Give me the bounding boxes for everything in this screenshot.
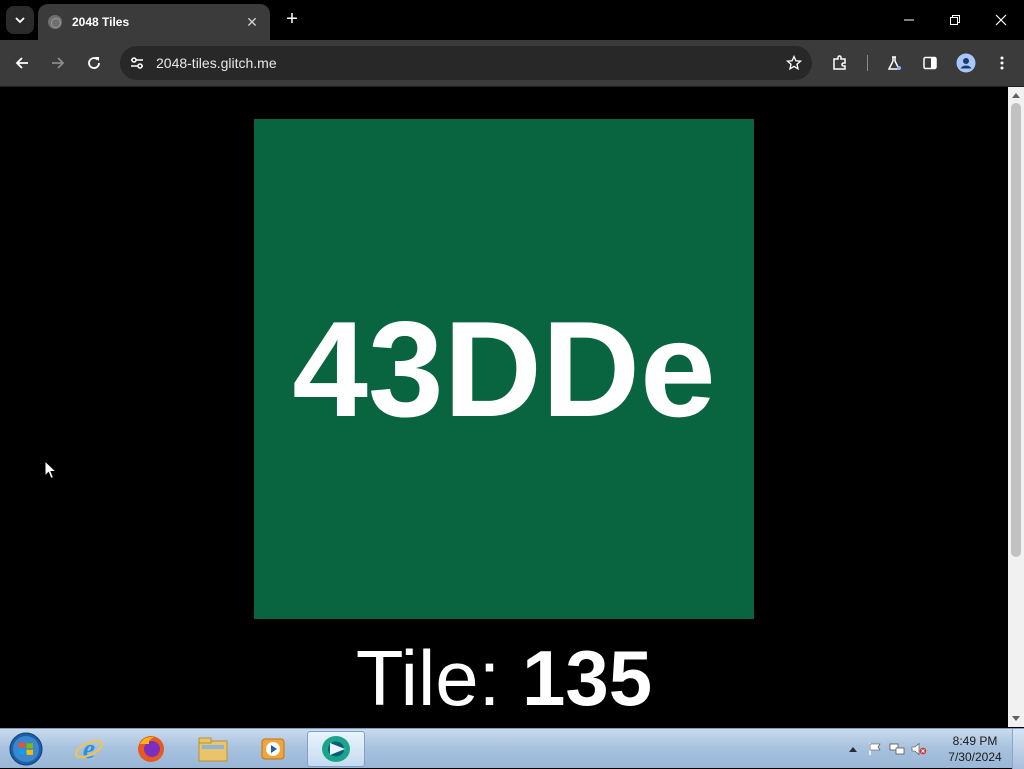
menu-button[interactable]	[988, 49, 1016, 77]
taskbar-file-explorer[interactable]	[184, 731, 242, 767]
tune-icon	[131, 57, 143, 69]
scrollbar-thumb[interactable]	[1011, 103, 1021, 557]
flag-icon	[869, 743, 881, 755]
windows-logo-icon	[9, 732, 43, 766]
media-player-icon	[261, 738, 285, 760]
site-info-button[interactable]	[120, 46, 154, 80]
clock-time: 8:49 PM	[952, 734, 998, 748]
restore-icon	[950, 15, 960, 25]
extensions-button[interactable]	[826, 49, 854, 77]
tile-value: 43DDe	[292, 293, 716, 445]
profile-button[interactable]	[952, 49, 980, 77]
minimize-button[interactable]	[886, 0, 932, 40]
speaker-muted-icon	[911, 742, 927, 756]
scroll-down-icon[interactable]	[1012, 716, 1020, 721]
avatar-icon	[956, 53, 976, 73]
reload-icon	[88, 57, 100, 69]
tile: 43DDe	[254, 119, 754, 619]
new-tab-button[interactable]: +	[280, 8, 304, 32]
address-bar[interactable]: 2048-tiles.glitch.me	[120, 46, 812, 80]
tile-caption-label: Tile:	[355, 634, 522, 722]
taskbar-chrome-active[interactable]	[307, 731, 365, 767]
start-button[interactable]	[6, 731, 46, 767]
arrow-left-icon	[15, 57, 28, 69]
mouse-cursor-icon	[44, 460, 58, 480]
globe-icon	[48, 15, 62, 29]
forward-button[interactable]	[44, 49, 72, 77]
close-window-button[interactable]	[978, 0, 1024, 40]
tab-title: 2048 Tiles	[72, 15, 130, 29]
scroll-up-icon[interactable]	[1012, 93, 1020, 98]
page-viewport: 43DDe Tile: 135	[0, 87, 1008, 727]
tab-search-button[interactable]	[6, 6, 34, 34]
browser-title-bar: 2048 Tiles ✕ +	[0, 0, 1024, 40]
file-explorer-icon	[198, 737, 228, 762]
tile-caption: Tile: 135	[0, 639, 1008, 717]
taskbar-clock[interactable]: 8:49 PM 7/30/2024	[940, 733, 1010, 765]
side-panel-icon	[923, 56, 937, 70]
toolbar-separator	[867, 55, 868, 71]
bookmark-button[interactable]	[776, 46, 812, 80]
windows-taskbar: e 8:49 PM 7/30/2024	[0, 728, 1024, 769]
taskbar-internet-explorer[interactable]: e	[60, 731, 118, 767]
minimize-icon	[904, 19, 914, 21]
network-icon	[889, 743, 905, 755]
kebab-menu-icon	[1000, 56, 1004, 70]
back-button[interactable]	[8, 49, 36, 77]
close-tab-icon[interactable]: ✕	[244, 14, 260, 31]
flask-icon	[887, 56, 901, 70]
puzzle-icon	[833, 55, 846, 70]
arrow-right-icon	[52, 57, 65, 69]
close-icon	[995, 14, 1007, 26]
star-icon	[786, 55, 802, 71]
action-center-button[interactable]	[864, 739, 886, 759]
chevron-up-icon	[849, 747, 857, 752]
firefox-icon	[138, 736, 164, 762]
url-text[interactable]: 2048-tiles.glitch.me	[156, 55, 776, 71]
svg-text:e: e	[83, 734, 95, 764]
side-panel-button[interactable]	[916, 49, 944, 77]
network-button[interactable]	[886, 739, 908, 759]
reload-button[interactable]	[80, 49, 108, 77]
tile-caption-value: 135	[522, 634, 653, 722]
taskbar-media-player[interactable]	[244, 731, 302, 767]
volume-button[interactable]	[908, 739, 930, 759]
chrome-icon	[322, 736, 350, 762]
show-desktop-button[interactable]	[1012, 729, 1024, 769]
vertical-scrollbar[interactable]	[1008, 87, 1024, 727]
tab-active[interactable]: 2048 Tiles ✕	[38, 4, 270, 40]
browser-toolbar: 2048-tiles.glitch.me	[0, 40, 1024, 86]
clock-date: 7/30/2024	[948, 750, 1002, 764]
taskbar-firefox[interactable]	[122, 731, 180, 767]
system-tray	[842, 729, 930, 769]
internet-explorer-icon: e	[75, 734, 103, 764]
restore-button[interactable]	[932, 0, 978, 40]
chevron-down-icon	[15, 17, 25, 24]
labs-button[interactable]	[880, 49, 908, 77]
show-hidden-icons-button[interactable]	[842, 739, 864, 759]
